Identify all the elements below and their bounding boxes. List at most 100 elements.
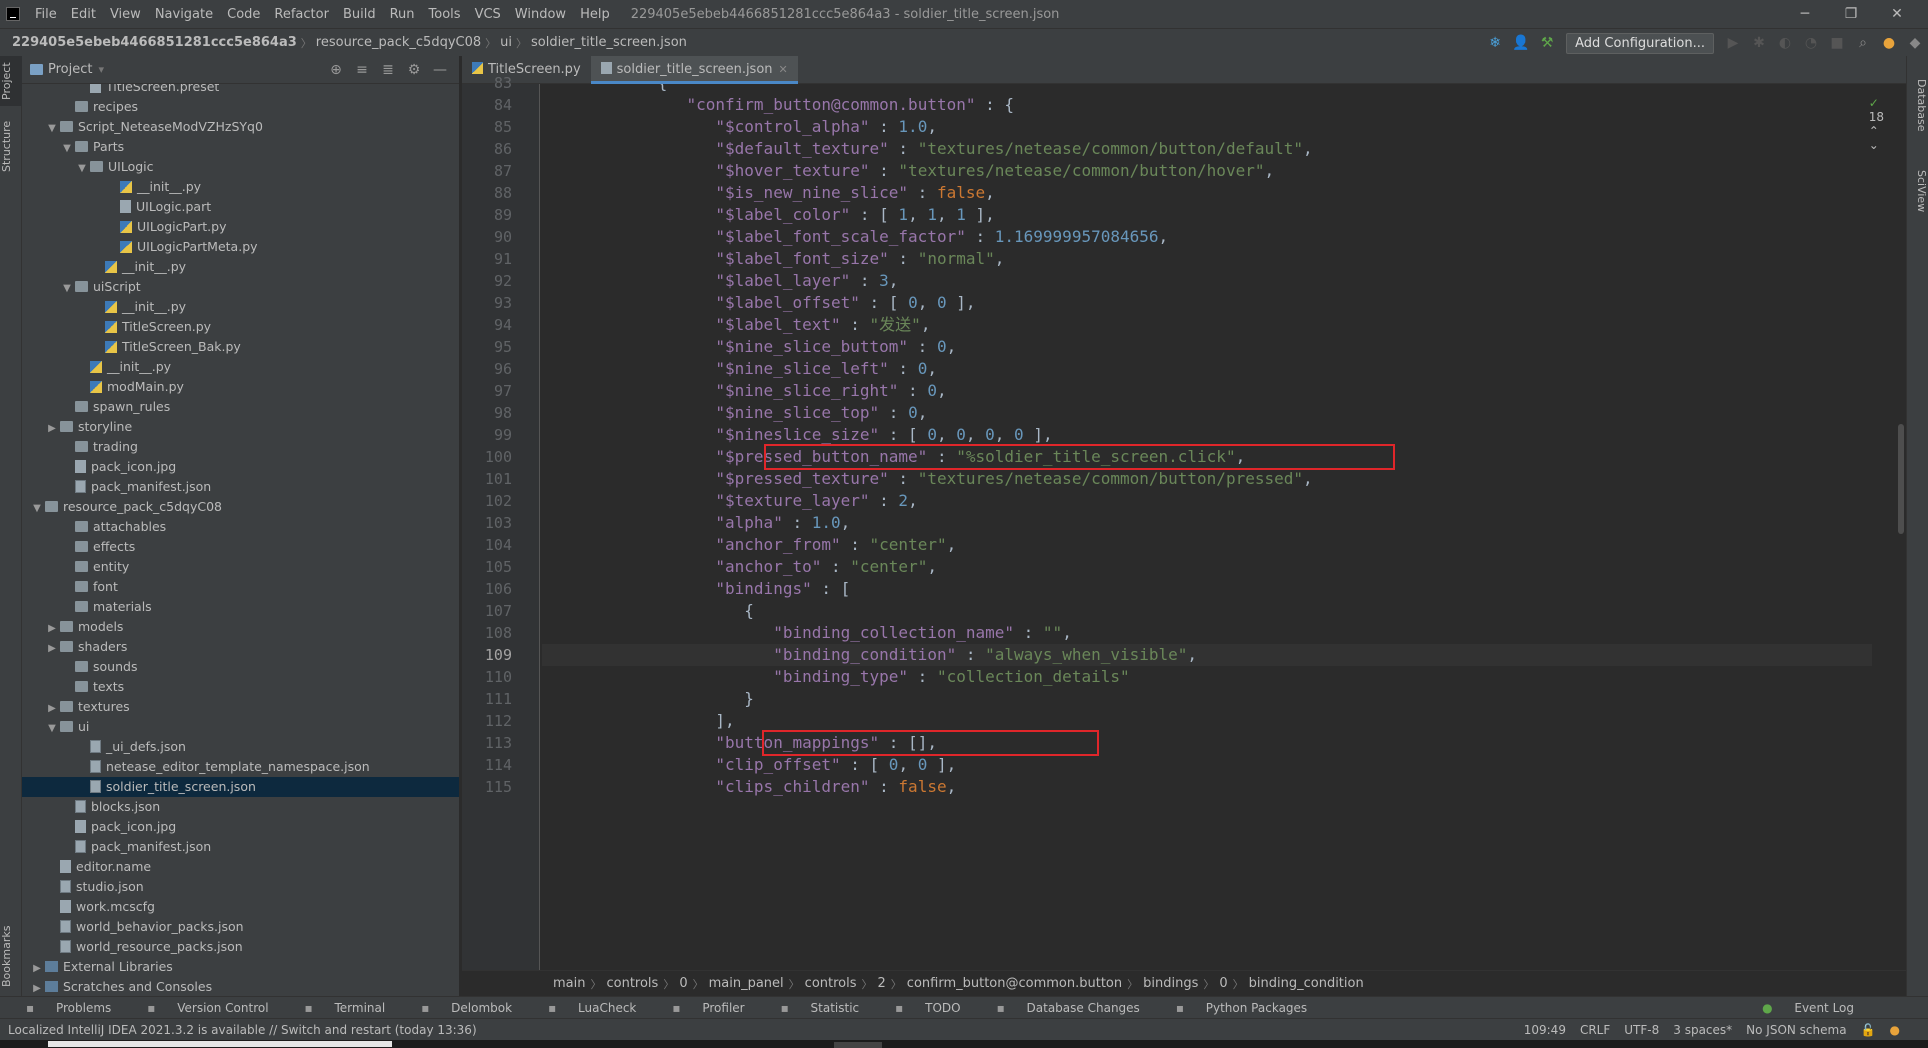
tree-item[interactable]: __init__.py	[22, 177, 459, 197]
toolwindow-statistic[interactable]: ▪ Statistic	[781, 1001, 878, 1015]
tab-database-tool[interactable]: Database	[1906, 70, 1928, 140]
code-view[interactable]: { "confirm_button@common.button" : { "$c…	[542, 84, 1872, 970]
breadcrumb-item[interactable]: main	[548, 976, 590, 991]
tree-item[interactable]: ▼ resource_pack_c5dqyC08	[22, 497, 459, 517]
breadcrumb-item[interactable]: confirm_button@common.button	[902, 976, 1127, 991]
breadcrumb-item[interactable]: controls	[800, 976, 862, 991]
tree-item[interactable]: attachables	[22, 517, 459, 537]
breadcrumb-item[interactable]: 2	[873, 976, 891, 991]
tree-item[interactable]: ▶ storyline	[22, 417, 459, 437]
tree-item[interactable]: world_behavior_packs.json	[22, 917, 459, 937]
close-icon[interactable]: ✕	[779, 63, 788, 76]
expand-all-icon[interactable]: ≡	[349, 62, 375, 78]
tree-item[interactable]: ▼ UILogic	[22, 157, 459, 177]
toolwindow-delombok[interactable]: ▪ Delombok	[421, 1001, 530, 1015]
code-line[interactable]: "clip_offset" : [ 0, 0 ],	[542, 754, 956, 776]
code-line[interactable]: "$hover_texture" : "textures/netease/com…	[542, 160, 1274, 182]
profile-icon[interactable]: ◔	[1798, 35, 1824, 51]
tree-item[interactable]: UILogic.part	[22, 197, 459, 217]
toolwindow-profiler[interactable]: ▪ Profiler	[672, 1001, 762, 1015]
chevron-down-icon[interactable]: ▼	[59, 279, 75, 299]
chevron-right-icon[interactable]: ▶	[44, 699, 60, 719]
chevron-right-icon[interactable]: ▶	[44, 619, 60, 639]
tree-item[interactable]: ▼ ui	[22, 717, 459, 737]
menu-item-refactor[interactable]: Refactor	[267, 7, 336, 22]
status-message[interactable]: Localized IntelliJ IDEA 2021.3.2 is avai…	[8, 1023, 477, 1037]
tree-item[interactable]: editor.name	[22, 857, 459, 877]
ide-logo-icon[interactable]: ◆	[1902, 35, 1928, 51]
toolwindow-problems[interactable]: ▪ Problems	[26, 1001, 129, 1015]
toolwindow-todo[interactable]: ▪ TODO	[895, 1001, 978, 1015]
file-encoding[interactable]: UTF-8	[1624, 1023, 1659, 1037]
chevron-down-icon[interactable]: ▾	[98, 63, 104, 76]
gear-icon[interactable]: ⚙	[401, 62, 427, 78]
code-line[interactable]: {	[542, 600, 754, 622]
menu-item-code[interactable]: Code	[220, 7, 267, 22]
code-line[interactable]: "bindings" : [	[542, 578, 850, 600]
code-line[interactable]: }	[542, 688, 754, 710]
tree-item[interactable]: UILogicPart.py	[22, 217, 459, 237]
code-line[interactable]: "$pressed_texture" : "textures/netease/c…	[542, 468, 1312, 490]
run-icon[interactable]: ▶	[1720, 35, 1746, 51]
plugin-icon[interactable]: ❄	[1482, 35, 1508, 51]
locate-icon[interactable]: ⊕	[323, 62, 349, 78]
nav-crumb-resource-pack[interactable]: resource_pack_c5dqyC08	[312, 35, 485, 50]
tree-item[interactable]: modMain.py	[22, 377, 459, 397]
menu-item-navigate[interactable]: Navigate	[148, 7, 220, 22]
tree-item[interactable]: effects	[22, 537, 459, 557]
code-line[interactable]: "$control_alpha" : 1.0,	[542, 116, 937, 138]
breadcrumb-item[interactable]: 0	[674, 976, 692, 991]
toolwindow-version-control[interactable]: ▪ Version Control	[147, 1001, 286, 1015]
tree-item[interactable]: __init__.py	[22, 297, 459, 317]
code-line[interactable]: "clips_children" : false,	[542, 776, 956, 798]
tree-item[interactable]: work.mcscfg	[22, 897, 459, 917]
taskbar-item[interactable]	[48, 1041, 392, 1047]
lock-icon[interactable]: 🔓	[1861, 1023, 1876, 1037]
menu-item-tools[interactable]: Tools	[422, 7, 468, 22]
tree-item[interactable]: spawn_rules	[22, 397, 459, 417]
code-line[interactable]: "$label_text" : "发送",	[542, 314, 930, 336]
code-line[interactable]: "$label_offset" : [ 0, 0 ],	[542, 292, 975, 314]
code-line[interactable]: "$label_layer" : 3,	[542, 270, 898, 292]
code-line[interactable]: "$nineslice_size" : [ 0, 0, 0, 0 ],	[542, 424, 1052, 446]
breadcrumb-item[interactable]: bindings	[1138, 976, 1203, 991]
code-line[interactable]: "$label_font_size" : "normal",	[542, 248, 1004, 270]
event-log-button[interactable]: ● Event Log	[1762, 1001, 1872, 1015]
breadcrumb-item[interactable]: 0	[1214, 976, 1232, 991]
line-separator[interactable]: CRLF	[1580, 1023, 1610, 1037]
code-line[interactable]: "confirm_button@common.button" : {	[542, 94, 1015, 116]
tree-item[interactable]: ▶ shaders	[22, 637, 459, 657]
tree-item[interactable]: TitleScreen.preset	[22, 84, 459, 97]
search-icon[interactable]: ⌕	[1850, 35, 1876, 51]
tree-item[interactable]: studio.json	[22, 877, 459, 897]
menu-item-help[interactable]: Help	[573, 7, 617, 22]
minimize-icon[interactable]: ─	[1782, 6, 1828, 22]
chevron-right-icon[interactable]: ▶	[29, 959, 45, 979]
chevron-down-icon[interactable]: ▼	[59, 139, 75, 159]
debug-icon[interactable]: ✱	[1746, 35, 1772, 51]
chevron-down-icon[interactable]: ▼	[44, 119, 60, 139]
tree-item[interactable]: ▼ Parts	[22, 137, 459, 157]
code-line[interactable]: "$is_new_nine_slice" : false,	[542, 182, 994, 204]
tree-item[interactable]: ▶ Scratches and Consoles	[22, 977, 459, 996]
close-icon[interactable]: ✕	[1874, 6, 1920, 22]
tab-bookmarks-tool[interactable]: Bookmarks	[0, 916, 22, 996]
code-line[interactable]: "alpha" : 1.0,	[542, 512, 850, 534]
user-icon[interactable]: 👤	[1508, 35, 1534, 51]
chevron-right-icon[interactable]: ▶	[44, 639, 60, 659]
tree-item[interactable]: __init__.py	[22, 357, 459, 377]
tree-item[interactable]: pack_manifest.json	[22, 837, 459, 857]
chevron-down-icon[interactable]: ▼	[44, 719, 60, 739]
code-line[interactable]: ],	[542, 710, 734, 732]
collapse-all-icon[interactable]: ≣	[375, 62, 401, 78]
tree-item[interactable]: _ui_defs.json	[22, 737, 459, 757]
notification-icon[interactable]: ●	[1890, 1023, 1900, 1037]
breadcrumb-item[interactable]: binding_condition	[1244, 976, 1369, 991]
add-configuration-button[interactable]: Add Configuration...	[1566, 32, 1714, 54]
chevron-down-icon[interactable]: ▼	[29, 499, 45, 519]
code-line[interactable]: "binding_type" : "collection_details"	[542, 666, 1129, 688]
code-line[interactable]: "$default_texture" : "textures/netease/c…	[542, 138, 1312, 160]
tree-item[interactable]: recipes	[22, 97, 459, 117]
tree-item[interactable]: pack_icon.jpg	[22, 457, 459, 477]
coverage-icon[interactable]: ◐	[1772, 35, 1798, 51]
